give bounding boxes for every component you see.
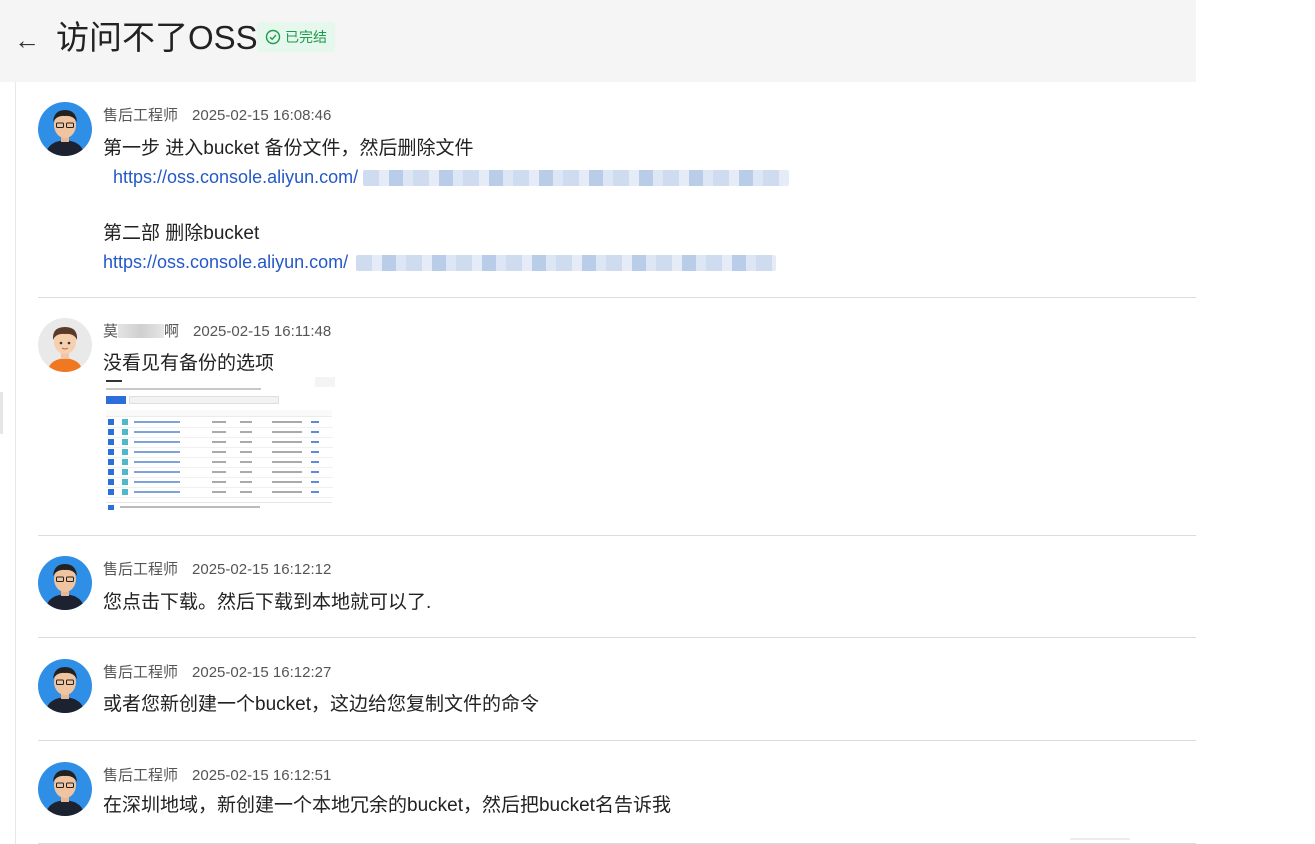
- console-link-2[interactable]: https://oss.console.aliyun.com/: [103, 251, 348, 273]
- message-text: 或者您新创建一个bucket，这边给您复制文件的命令: [103, 694, 539, 715]
- status-badge: 已完结: [257, 22, 335, 52]
- message-meta: 售后工程师 2025-02-15 16:12:51: [103, 767, 331, 785]
- page-header: ← 访问不了OSS 已完结: [0, 0, 1196, 82]
- thumb-row: [106, 458, 333, 468]
- timestamp: 2025-02-15 16:12:12: [192, 561, 332, 578]
- thumb-row: [106, 428, 333, 438]
- engineer-avatar: [38, 762, 92, 816]
- timestamp: 2025-02-15 16:08:46: [192, 107, 332, 124]
- thumb-footer: [106, 502, 332, 510]
- timestamp: 2025-02-15 16:12:27: [192, 664, 332, 681]
- customer-avatar: [38, 318, 92, 372]
- author-name: 售后工程师: [103, 107, 179, 124]
- author-name: 莫: [103, 323, 119, 340]
- message-item: 售后工程师 2025-02-15 16:12:27 或者您新创建一个bucket，…: [38, 659, 1196, 741]
- arrow-left-icon[interactable]: ←: [14, 20, 44, 60]
- redacted-url-2: [356, 255, 776, 271]
- thumb-corner: [315, 377, 335, 387]
- left-border: [15, 82, 16, 844]
- thumb-title: [106, 380, 122, 382]
- redacted-name: [118, 324, 165, 338]
- thumb-row: [106, 448, 333, 458]
- thumb-row: [106, 468, 333, 478]
- message-meta: 莫 啊 2025-02-15 16:11:48: [103, 323, 331, 341]
- redacted-url-1: [363, 170, 789, 186]
- message-meta: 售后工程师 2025-02-15 16:12:27: [103, 664, 331, 682]
- message-text-2: 第二部 删除bucket: [103, 223, 260, 244]
- author-name: 售后工程师: [103, 561, 179, 578]
- message-text: 第一步 进入bucket 备份文件，然后删除文件: [103, 138, 474, 159]
- message-item: 售后工程师 2025-02-15 16:12:51 在深圳地域，新创建一个本地冗余…: [38, 762, 1196, 844]
- timestamp: 2025-02-15 16:12:51: [192, 767, 332, 784]
- status-label: 已完结: [285, 29, 327, 45]
- thumb-upload-button: [106, 396, 126, 404]
- timestamp: 2025-02-15 16:11:48: [193, 323, 332, 340]
- check-circle-icon: [265, 29, 281, 45]
- thumb-row: [106, 418, 333, 428]
- message-text: 您点击下载。然后下载到本地就可以了.: [103, 592, 432, 613]
- author-name: 售后工程师: [103, 767, 179, 784]
- message-text: 在深圳地域，新创建一个本地冗余的bucket，然后把bucket名告诉我: [103, 795, 671, 816]
- engineer-avatar: [38, 659, 92, 713]
- thumb-table-header: [106, 410, 332, 417]
- message-meta: 售后工程师 2025-02-15 16:08:46: [103, 107, 331, 125]
- message-meta: 售后工程师 2025-02-15 16:12:12: [103, 561, 331, 579]
- thumb-notice: [106, 388, 261, 390]
- author-name: 售后工程师: [103, 664, 179, 681]
- message-item: 售后工程师 2025-02-15 16:08:46 第一步 进入bucket 备份…: [38, 102, 1196, 298]
- engineer-avatar: [38, 102, 92, 156]
- thumb-row: [106, 478, 333, 488]
- left-tab-marker: [0, 392, 3, 434]
- page-title: 访问不了OSS: [56, 19, 258, 56]
- thumb-row: [106, 488, 333, 498]
- thumb-row: [106, 438, 333, 448]
- bottom-mark: [1070, 838, 1130, 840]
- author-name-suffix: 啊: [164, 323, 180, 340]
- console-link-1[interactable]: https://oss.console.aliyun.com/: [113, 166, 358, 188]
- thumb-toolbar: [129, 396, 279, 404]
- engineer-avatar: [38, 556, 92, 610]
- screenshot-thumbnail[interactable]: [103, 374, 337, 512]
- message-item: 售后工程师 2025-02-15 16:12:12 您点击下载。然后下载到本地就可…: [38, 556, 1196, 638]
- message-text: 没看见有备份的选项: [103, 353, 275, 374]
